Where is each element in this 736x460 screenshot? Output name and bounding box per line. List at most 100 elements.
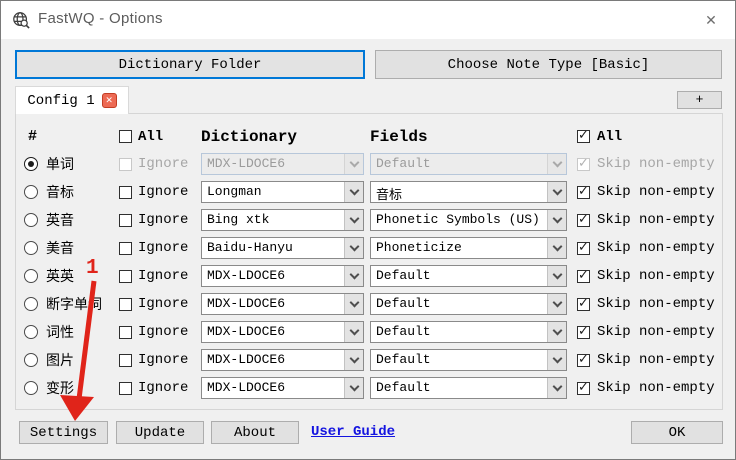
ignore-checkbox[interactable]	[119, 325, 132, 339]
update-button[interactable]: Update	[116, 421, 204, 444]
chevron-down-icon	[344, 210, 363, 230]
fields-select[interactable]: Default	[370, 349, 567, 371]
skip-checkbox[interactable]	[577, 240, 590, 255]
all-ignore-label: All	[138, 128, 164, 145]
row-label: 词性	[46, 326, 74, 342]
ignore-checkbox[interactable]	[119, 185, 132, 199]
tab-config-1[interactable]: Config 1 ✕	[15, 86, 129, 114]
tab-label: Config 1	[27, 92, 95, 109]
dictionary-select[interactable]: Baidu-Hanyu	[201, 237, 364, 259]
choose-note-type-button[interactable]: Choose Note Type [Basic]	[375, 50, 722, 79]
fields-header: Fields	[370, 127, 428, 146]
ok-button[interactable]: OK	[631, 421, 723, 444]
about-button[interactable]: About	[211, 421, 299, 444]
skip-label: Skip non-empty	[597, 268, 715, 284]
chevron-down-icon	[344, 294, 363, 314]
row-radio[interactable]	[24, 185, 38, 199]
ignore-label: Ignore	[138, 380, 189, 396]
fields-select: Default	[370, 153, 567, 175]
dictionary-header: Dictionary	[201, 127, 298, 146]
ignore-label: Ignore	[138, 184, 189, 200]
skip-label: Skip non-empty	[597, 184, 715, 200]
window-close-button[interactable]: ✕	[697, 7, 725, 33]
chevron-down-icon	[344, 378, 363, 398]
all-ignore-checkbox[interactable]	[119, 130, 132, 143]
table-header-row: # All Dictionary Fields All	[16, 123, 722, 150]
row-radio[interactable]	[24, 353, 38, 367]
table-row: 美音 Ignore Baidu-Hanyu Phoneticize Skip n…	[16, 234, 722, 262]
row-label: 断字单词	[46, 298, 102, 314]
chevron-down-icon	[547, 182, 566, 202]
row-radio[interactable]	[24, 381, 38, 395]
dictionary-select[interactable]: MDX-LDOCE6	[201, 377, 364, 399]
ignore-checkbox[interactable]	[119, 297, 132, 311]
dictionary-select[interactable]: MDX-LDOCE6	[201, 349, 364, 371]
fields-select[interactable]: Default	[370, 321, 567, 343]
row-label: 图片	[46, 354, 74, 370]
dictionary-select: MDX-LDOCE6	[201, 153, 364, 175]
tab-close-icon[interactable]: ✕	[101, 93, 117, 108]
dictionary-folder-button[interactable]: Dictionary Folder	[15, 50, 365, 79]
ignore-checkbox[interactable]	[119, 353, 132, 367]
app-globe-search-icon	[13, 12, 30, 29]
skip-checkbox[interactable]	[577, 324, 590, 339]
fields-select[interactable]: Default	[370, 265, 567, 287]
ignore-checkbox[interactable]	[119, 213, 132, 227]
ignore-label: Ignore	[138, 240, 189, 256]
fields-select[interactable]: 音标	[370, 181, 567, 203]
row-label: 美音	[46, 242, 74, 258]
dictionary-select[interactable]: MDX-LDOCE6	[201, 321, 364, 343]
options-dialog: FastWQ - Options ✕ Dictionary Folder Cho…	[0, 0, 736, 460]
row-radio[interactable]	[24, 325, 38, 339]
dictionary-select[interactable]: Longman	[201, 181, 364, 203]
chevron-down-icon	[547, 238, 566, 258]
skip-checkbox[interactable]	[577, 212, 590, 227]
skip-checkbox[interactable]	[577, 268, 590, 283]
fields-select[interactable]: Phoneticize	[370, 237, 567, 259]
chevron-down-icon	[547, 378, 566, 398]
table-row: 英音 Ignore Bing xtk Phonetic Symbols (US)…	[16, 206, 722, 234]
settings-button[interactable]: Settings	[19, 421, 108, 444]
row-radio[interactable]	[24, 213, 38, 227]
skip-checkbox[interactable]	[577, 352, 590, 367]
chevron-down-icon	[547, 154, 566, 174]
ignore-checkbox[interactable]	[119, 269, 132, 283]
ignore-label: Ignore	[138, 352, 189, 368]
chevron-down-icon	[344, 322, 363, 342]
table-row: 音标 Ignore Longman 音标 Skip non-empty	[16, 178, 722, 206]
chevron-down-icon	[344, 238, 363, 258]
add-config-button[interactable]: +	[677, 91, 722, 109]
title-bar: FastWQ - Options ✕	[1, 1, 735, 39]
chevron-down-icon	[344, 350, 363, 370]
row-radio[interactable]	[24, 157, 38, 171]
config-panel: # All Dictionary Fields All 单词 Ignore	[15, 113, 723, 410]
skip-checkbox[interactable]	[577, 184, 590, 199]
row-radio[interactable]	[24, 269, 38, 283]
ignore-label: Ignore	[138, 212, 189, 228]
chevron-down-icon	[344, 266, 363, 286]
dictionary-select[interactable]: MDX-LDOCE6	[201, 293, 364, 315]
all-skip-checkbox[interactable]	[577, 128, 590, 143]
ignore-label: Ignore	[138, 156, 189, 172]
chevron-down-icon	[344, 182, 363, 202]
row-radio[interactable]	[24, 241, 38, 255]
dictionary-select[interactable]: Bing xtk	[201, 209, 364, 231]
table-row: 变形 Ignore MDX-LDOCE6 Default Skip non-em…	[16, 374, 722, 402]
chevron-down-icon	[344, 154, 363, 174]
skip-checkbox[interactable]	[577, 296, 590, 311]
ignore-checkbox	[119, 157, 132, 171]
row-radio[interactable]	[24, 297, 38, 311]
user-guide-link[interactable]: User Guide	[311, 424, 395, 440]
ignore-checkbox[interactable]	[119, 241, 132, 255]
dictionary-select[interactable]: MDX-LDOCE6	[201, 265, 364, 287]
fields-select[interactable]: Phonetic Symbols (US)	[370, 209, 567, 231]
skip-checkbox[interactable]	[577, 380, 590, 395]
table-row: 单词 Ignore MDX-LDOCE6 Default Skip non-em…	[16, 150, 722, 178]
row-label: 变形	[46, 382, 74, 398]
fields-select[interactable]: Default	[370, 377, 567, 399]
fields-select[interactable]: Default	[370, 293, 567, 315]
index-header: #	[28, 128, 38, 145]
ignore-checkbox[interactable]	[119, 381, 132, 395]
annotation-number: 1	[86, 257, 99, 280]
row-label: 英音	[46, 214, 74, 230]
